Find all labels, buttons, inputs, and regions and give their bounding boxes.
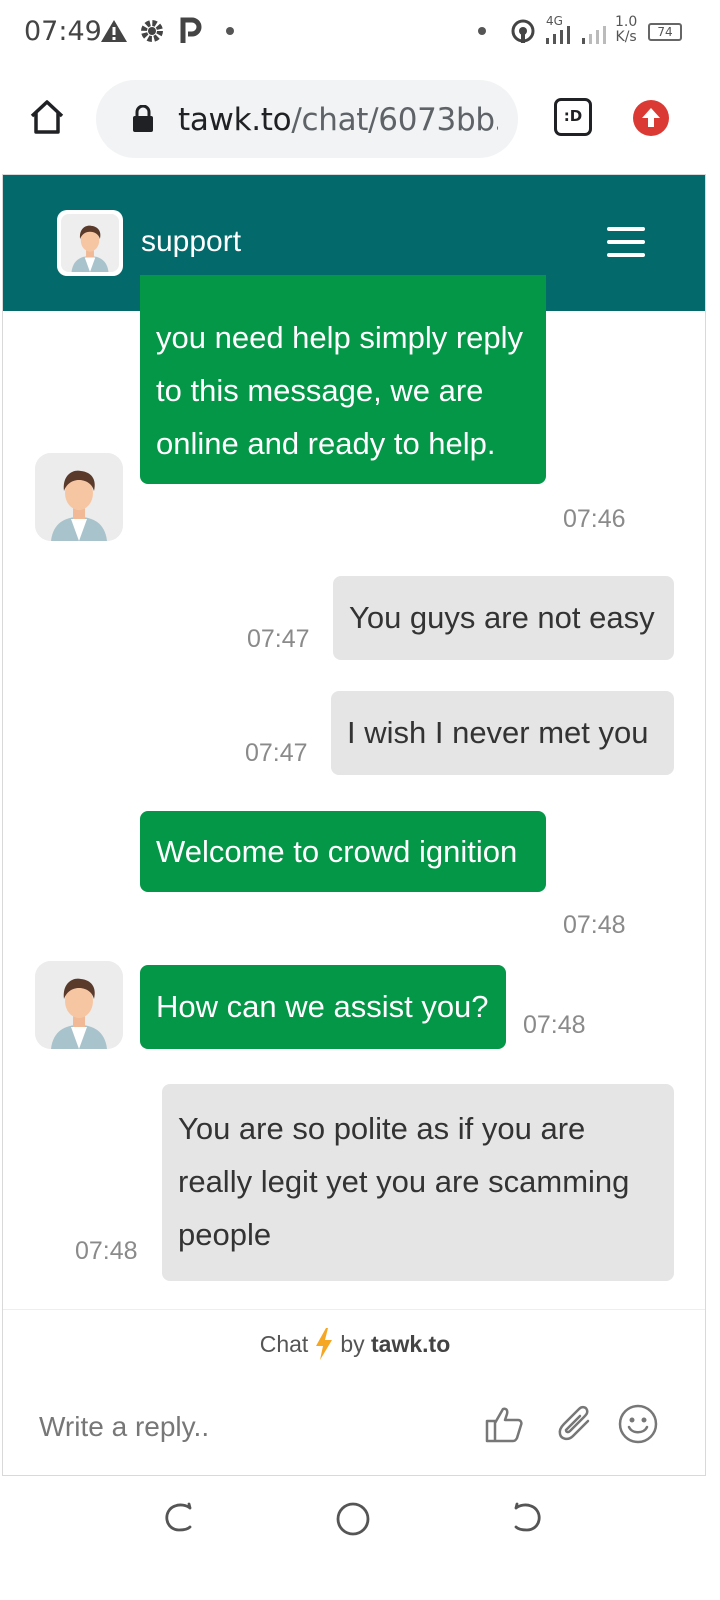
message-time: 07:48: [523, 1011, 586, 1039]
home-circle-icon[interactable]: [334, 1500, 372, 1538]
agent-message-avatar: [35, 961, 123, 1049]
visitor-message: You are so polite as if you are really l…: [162, 1084, 674, 1281]
update-arrow-icon[interactable]: [632, 99, 670, 137]
system-navigation-bar: [0, 1478, 720, 1600]
notification-dot-icon: [226, 27, 234, 35]
paperclip-icon[interactable]: [555, 1403, 595, 1445]
message-time: 07:48: [563, 911, 626, 939]
reply-area: [3, 1373, 705, 1475]
message-time: 07:46: [563, 505, 626, 533]
powered-by[interactable]: Chat by tawk.to: [3, 1309, 705, 1373]
message-time: 07:47: [245, 739, 308, 767]
address-bar[interactable]: tawk.to/chat/6073bb5a: [96, 80, 518, 158]
status-bar: 07:49 4G 1.0 K/s 74: [0, 0, 720, 64]
person-icon: [61, 214, 119, 272]
recents-icon[interactable]: [162, 1500, 198, 1536]
message-time: 07:48: [75, 1237, 138, 1265]
hotspot-icon: [511, 19, 535, 43]
agent-name: support: [141, 225, 242, 258]
lock-icon[interactable]: [132, 105, 154, 133]
chat-menu-button[interactable]: [603, 223, 649, 263]
parking-icon: [180, 17, 202, 43]
status-time: 07:49: [24, 16, 102, 47]
reply-input[interactable]: [39, 1411, 439, 1443]
network-speed: 1.0 K/s: [615, 14, 638, 45]
agent-message: Welcome to crowd ignition: [140, 811, 546, 892]
chat-widget: support you need help simply reply to th…: [2, 174, 706, 1476]
browser-toolbar: tawk.to/chat/6073bb5a :D: [0, 64, 720, 172]
visitor-message: You guys are not easy: [333, 576, 674, 660]
back-icon[interactable]: [508, 1500, 544, 1536]
tab-switcher-button[interactable]: :D: [554, 98, 592, 136]
signal-icon: [546, 26, 570, 44]
settings-gear-icon: [141, 20, 163, 42]
thumbs-up-icon[interactable]: [483, 1403, 525, 1445]
person-icon: [35, 961, 123, 1049]
visitor-message: I wish I never met you: [331, 691, 674, 775]
agent-message: you need help simply reply to this messa…: [140, 275, 546, 484]
home-icon[interactable]: [28, 98, 66, 136]
battery-icon: 74: [648, 23, 682, 41]
agent-message: How can we assist you?: [140, 965, 506, 1049]
signal-weak-icon: [582, 26, 606, 44]
message-time: 07:47: [247, 625, 310, 653]
emoji-icon[interactable]: [617, 1403, 659, 1445]
lightning-bolt-icon: [316, 1328, 333, 1360]
person-icon: [35, 453, 123, 541]
url-text: tawk.to/chat/6073bb5a: [178, 102, 498, 138]
notification-dot-icon: [478, 27, 486, 35]
agent-avatar: [57, 210, 123, 276]
warning-icon: [101, 20, 127, 42]
agent-message-avatar: [35, 453, 123, 541]
